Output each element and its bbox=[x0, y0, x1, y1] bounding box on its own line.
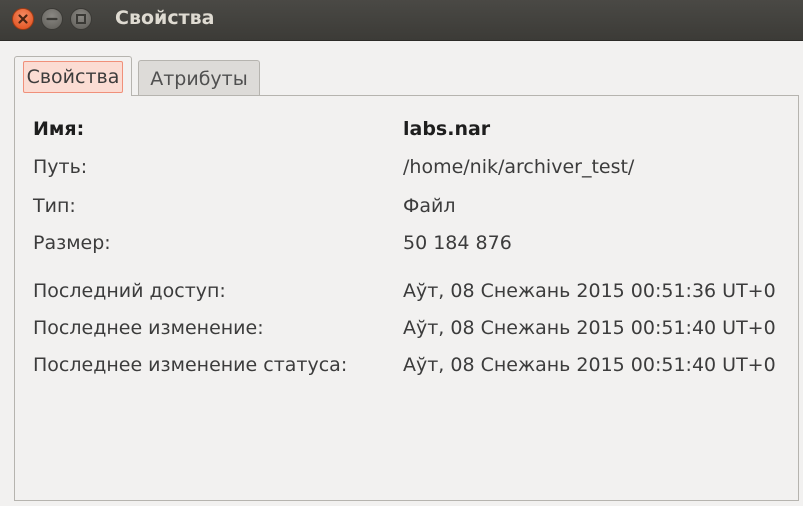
properties-window: Свойства Свойства Атрибуты Имя: labs.nar… bbox=[0, 0, 803, 506]
size-value: 50 184 876 bbox=[403, 232, 512, 254]
tab-properties-label: Свойства bbox=[22, 61, 124, 93]
name-value: labs.nar bbox=[403, 118, 491, 140]
last-modified-value: Аўт, 08 Снежань 2015 00:51:40 UT+0 bbox=[403, 317, 776, 339]
maximize-button[interactable] bbox=[70, 8, 92, 30]
tab-attributes-label: Атрибуты bbox=[150, 68, 248, 90]
size-label: Размер: bbox=[33, 232, 111, 254]
status-changed-value: Аўт, 08 Снежань 2015 00:51:40 UT+0 bbox=[403, 354, 776, 376]
window-title: Свойства bbox=[115, 7, 215, 29]
titlebar[interactable]: Свойства bbox=[0, 0, 803, 41]
minimize-icon bbox=[46, 17, 58, 21]
maximize-icon bbox=[76, 14, 86, 24]
tab-properties[interactable]: Свойства bbox=[14, 56, 132, 96]
last-modified-label: Последнее изменение: bbox=[33, 317, 264, 339]
path-label: Путь: bbox=[33, 156, 88, 178]
path-value: /home/nik/archiver_test/ bbox=[403, 156, 635, 178]
status-changed-label: Последнее изменение статуса: bbox=[33, 354, 348, 376]
type-value: Файл bbox=[403, 195, 456, 217]
properties-panel: Имя: labs.nar Путь: /home/nik/archiver_t… bbox=[14, 95, 799, 501]
last-access-label: Последний доступ: bbox=[33, 280, 226, 302]
name-label: Имя: bbox=[33, 118, 85, 140]
last-access-value: Аўт, 08 Снежань 2015 00:51:36 UT+0 bbox=[403, 280, 776, 302]
tab-attributes[interactable]: Атрибуты bbox=[138, 60, 260, 96]
type-label: Тип: bbox=[33, 195, 76, 217]
close-icon bbox=[18, 14, 28, 24]
close-button[interactable] bbox=[12, 8, 34, 30]
minimize-button[interactable] bbox=[41, 8, 63, 30]
